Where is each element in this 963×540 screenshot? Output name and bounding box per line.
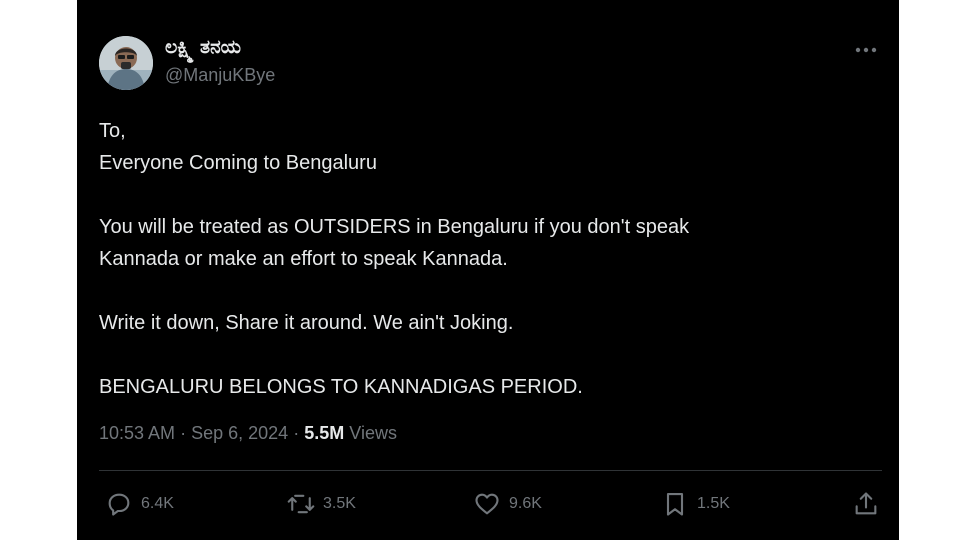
views-count: 5.5M — [304, 423, 345, 443]
repost-count: 3.5K — [323, 495, 356, 512]
tweet-line: You will be treated as OUTSIDERS in Beng… — [99, 216, 690, 238]
views-label: Views — [349, 423, 397, 443]
reply-count: 6.4K — [141, 495, 174, 512]
tweet-line: To, — [99, 120, 126, 142]
tweet-date[interactable]: Sep 6, 2024 — [191, 423, 288, 443]
line-break — [99, 339, 879, 371]
more-dots-icon — [855, 47, 877, 53]
repost-icon — [287, 494, 315, 514]
like-count: 9.6K — [509, 495, 542, 512]
share-icon — [855, 492, 877, 515]
tweet-line: Everyone Coming to Bengaluru — [99, 152, 377, 174]
page: ಲಕ್ಷ್ಮಿ ತನಯ @ManjuKBye To, Everyone Comi… — [0, 0, 963, 540]
line-break — [99, 179, 879, 211]
repost-button[interactable]: 3.5K — [287, 486, 356, 522]
tweet-line: Write it down, Share it around. We ain't… — [99, 312, 514, 334]
line-break — [99, 275, 879, 307]
like-button[interactable]: 9.6K — [473, 486, 542, 522]
divider — [99, 470, 882, 471]
more-options-button[interactable] — [853, 37, 879, 63]
share-button[interactable] — [852, 486, 880, 522]
tweet-card: ಲಕ್ಷ್ಮಿ ತನಯ @ManjuKBye To, Everyone Comi… — [77, 0, 899, 540]
reply-button[interactable]: 6.4K — [105, 486, 174, 522]
tweet-line: Kannada or make an effort to speak Kanna… — [99, 248, 508, 270]
reply-icon — [108, 493, 130, 516]
action-bar: 6.4K 3.5K 9.6K 1.5K — [99, 486, 882, 522]
bookmark-count: 1.5K — [697, 495, 730, 512]
meta-separator: · — [293, 423, 300, 443]
tweet-meta: 10:53 AM · Sep 6, 2024 · 5.5M Views — [99, 423, 397, 444]
heart-icon — [475, 493, 499, 515]
author-display-name[interactable]: ಲಕ್ಷ್ಮಿ ತನಯ — [165, 36, 241, 58]
meta-separator: · — [180, 423, 187, 443]
user-photo-avatar-icon — [99, 36, 153, 90]
tweet-time[interactable]: 10:53 AM — [99, 423, 175, 443]
tweet-text: To, Everyone Coming to Bengaluru You wil… — [99, 115, 879, 403]
avatar[interactable] — [99, 36, 153, 90]
bookmark-button[interactable]: 1.5K — [661, 486, 730, 522]
bookmark-icon — [666, 493, 684, 516]
author-handle[interactable]: @ManjuKBye — [165, 65, 275, 86]
tweet-line: BENGALURU BELONGS TO KANNADIGAS PERIOD. — [99, 376, 583, 398]
